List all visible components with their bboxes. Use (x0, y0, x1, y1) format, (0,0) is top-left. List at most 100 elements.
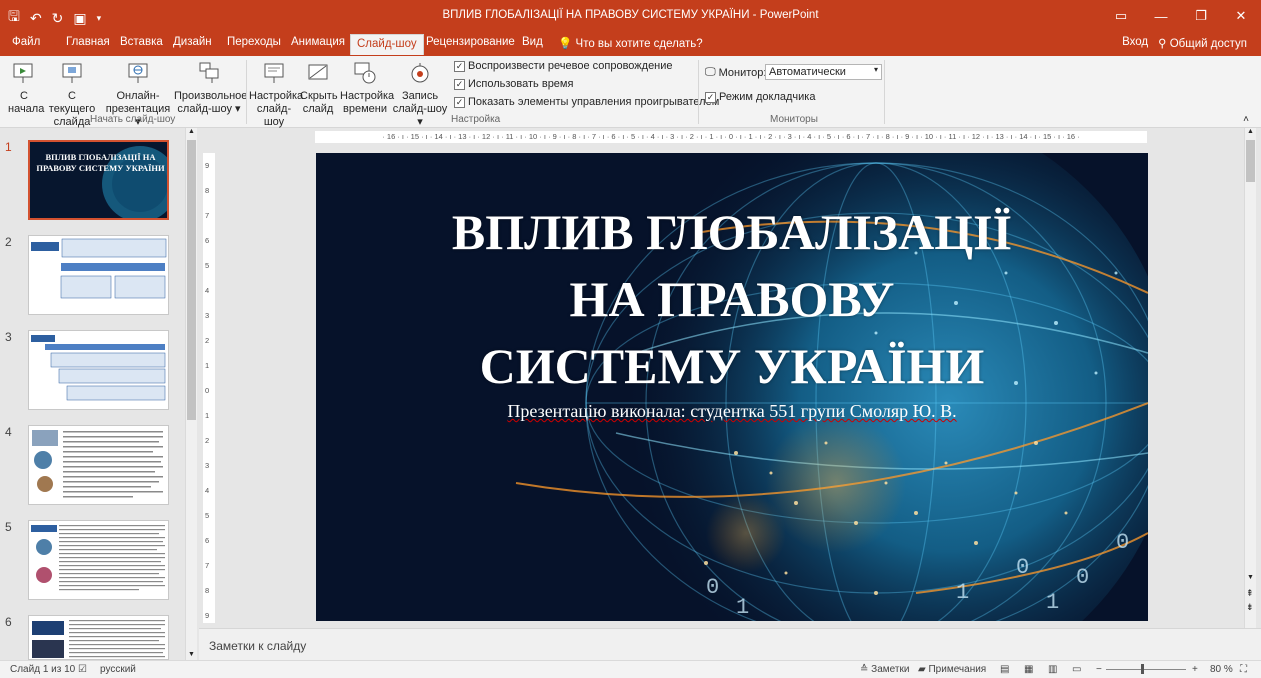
checkmark-icon: ✓ (454, 78, 465, 90)
tell-me-box[interactable]: 💡 Что вы хотите сделать? (558, 36, 703, 50)
minimize-icon[interactable]: — (1141, 0, 1181, 32)
scrollbar-thumb[interactable] (1246, 140, 1255, 182)
monitor-setting: 🖵 Монитор: (705, 66, 766, 79)
collapse-ribbon-icon[interactable]: ˄ (1243, 114, 1249, 125)
checkmark-icon: ✓ (454, 60, 465, 72)
scroll-up-icon[interactable]: ▲ (188, 128, 195, 135)
custom-slideshow-icon (199, 62, 219, 83)
tab-design[interactable]: Дизайн (173, 36, 212, 48)
monitor-select[interactable]: Автоматически ▾ (765, 64, 882, 80)
signin-link[interactable]: Вход (1122, 36, 1148, 50)
next-slide-icon[interactable]: ⇟ (1246, 602, 1254, 613)
ruler-tick: 9 (205, 161, 210, 170)
reading-view-icon[interactable]: ▥ (1048, 664, 1057, 675)
tab-insert[interactable]: Вставка (120, 36, 163, 48)
scroll-up-icon[interactable]: ▲ (1247, 128, 1254, 135)
thumbnail-number: 2 (5, 235, 12, 249)
editor-scrollbar[interactable]: ▲ ▼ ⇞ ⇟ (1244, 128, 1256, 628)
zoom-level[interactable]: 80 % (1210, 664, 1233, 675)
slide-thumbnail-1[interactable]: ВПЛИВ ГЛОБАЛІЗАЦІЇ НА ПРАВОВУ СИСТЕМУ УК… (28, 140, 169, 220)
tab-file[interactable]: Файл (12, 36, 40, 48)
record-slideshow-label-2-text: слайд-шоу (392, 103, 448, 115)
from-beginning-label-1: С (20, 90, 28, 102)
thumbnail-scrollbar[interactable]: ▲ ▼ (185, 128, 197, 660)
vertical-ruler: 9 8 7 6 5 4 3 2 1 0 1 2 3 4 5 6 7 8 9 (203, 153, 215, 623)
slide-subtitle[interactable]: Презентацію виконала: студентка 551 груп… (316, 401, 1148, 422)
slide-canvas[interactable]: 0101010 ВПЛИВ ГЛОБАЛІЗАЦІЇ НА ПРАВОВУ СИ… (316, 153, 1148, 621)
tab-review[interactable]: Рецензирование (426, 36, 515, 48)
slide-thumbnail-6[interactable] (28, 615, 169, 660)
slide-counter[interactable]: Слайд 1 из 10 (10, 664, 75, 675)
record-slideshow-button[interactable]: Запись слайд-шоу ▾ (392, 60, 448, 129)
slide-thumbnail-2[interactable] (28, 235, 169, 315)
window-title: ВПЛИВ ГЛОБАЛІЗАЦІЇ НА ПРАВОВУ СИСТЕМУ УК… (442, 9, 819, 21)
presenter-view-checkbox[interactable]: ✓ Режим докладчика (705, 91, 815, 103)
tab-slideshow[interactable]: Слайд-шоу (350, 34, 424, 55)
narration-checkbox[interactable]: ✓ Воспроизвести речевое сопровождение (454, 60, 673, 72)
thumbnail-4-image (32, 430, 163, 498)
scroll-down-icon[interactable]: ▼ (1247, 574, 1254, 581)
hide-slide-label-2: слайд (302, 103, 334, 115)
tab-transitions[interactable]: Переходы (227, 36, 281, 48)
ruler-tick: 8 (205, 586, 210, 595)
scrollbar-thumb[interactable] (187, 140, 196, 420)
slide-sorter-icon[interactable]: ▦ (1024, 664, 1033, 675)
ruler-tick: 8 (205, 186, 210, 195)
fit-to-window-icon[interactable]: ⛶ (1240, 664, 1247, 675)
normal-view-icon[interactable]: ▤ (1000, 664, 1009, 675)
ruler-tick: 5 (205, 261, 210, 270)
spelling-icon[interactable]: ☑ (78, 664, 87, 675)
zoom-slider-handle[interactable] (1141, 664, 1144, 674)
restore-icon[interactable]: ❐ (1181, 0, 1221, 32)
thumbnail-number: 5 (5, 520, 12, 534)
scroll-down-icon[interactable]: ▼ (188, 651, 195, 658)
tab-home[interactable]: Главная (66, 36, 110, 48)
tab-animation[interactable]: Анимация (291, 36, 345, 48)
close-icon[interactable]: ✕ (1221, 0, 1261, 32)
slide-title-line-3[interactable]: СИСТЕМУ УКРАЇНИ (316, 337, 1148, 395)
language-indicator[interactable]: русский (100, 664, 136, 675)
zoom-out-icon[interactable]: − (1096, 664, 1102, 675)
notes-pane[interactable]: Заметки к слайду (199, 628, 1261, 660)
ribbon-display-options-icon[interactable]: ▭ (1101, 0, 1141, 32)
comments-toggle[interactable]: ▰ Примечания (918, 664, 986, 675)
ruler-tick: 7 (205, 561, 210, 570)
zoom-slider-track[interactable] (1106, 669, 1186, 670)
tab-view[interactable]: Вид (522, 36, 543, 48)
custom-slideshow-button[interactable]: Произвольное слайд-шоу ▾ (174, 60, 247, 116)
svg-text:1: 1 (956, 580, 969, 605)
person-icon: ⚲ (1158, 38, 1167, 50)
comment-icon: ▰ (918, 664, 926, 675)
record-slideshow-label-1: Запись (401, 90, 439, 102)
svg-text:0: 0 (1116, 530, 1129, 555)
share-button[interactable]: ⚲ Общий доступ (1158, 36, 1247, 50)
thumbnail-2-image (31, 238, 167, 299)
ruler-tick: 4 (205, 286, 210, 295)
slide-title-line-1[interactable]: ВПЛИВ ГЛОБАЛІЗАЦІЇ (316, 203, 1148, 261)
online-presentation-label-1: Онлайн- (116, 90, 160, 102)
slideshow-view-icon[interactable]: ▭ (1072, 664, 1081, 675)
from-beginning-button[interactable]: С начала (8, 60, 44, 116)
hide-slide-button[interactable]: Скрыть слайд (300, 60, 338, 116)
rehearse-timings-button[interactable]: Настройка времени (340, 60, 394, 116)
slide-thumbnail-5[interactable] (28, 520, 169, 600)
group-label-start: Начать слайд-шоу (90, 114, 176, 125)
media-controls-checkbox[interactable]: ✓ Показать элементы управления проигрыват… (454, 96, 719, 108)
slide-thumbnail-4[interactable] (28, 425, 169, 505)
hide-slide-label-1: Скрыть (300, 90, 338, 102)
slide-title-line-2[interactable]: НА ПРАВОВУ (316, 270, 1148, 328)
thumbnail-number: 4 (5, 425, 12, 439)
notes-toggle[interactable]: ≙ Заметки (860, 664, 909, 675)
previous-slide-icon[interactable]: ⇞ (1246, 588, 1254, 599)
from-current-label-1: С текущего (48, 90, 96, 115)
svg-text:1: 1 (736, 595, 749, 620)
slide-subtitle-text: Презентацію виконала: студентка 551 груп… (507, 401, 957, 421)
setup-slideshow-button[interactable]: Настройка слайд-шоу (249, 60, 303, 129)
slide-thumbnail-3[interactable] (28, 330, 169, 410)
timings-checkbox[interactable]: ✓ Использовать время (454, 78, 573, 90)
ruler-tick: 1 (205, 361, 210, 370)
thumbnail-number: 6 (5, 615, 12, 629)
checkmark-icon: ✓ (705, 91, 716, 103)
zoom-in-icon[interactable]: + (1192, 664, 1198, 675)
hide-slide-icon (308, 64, 328, 80)
